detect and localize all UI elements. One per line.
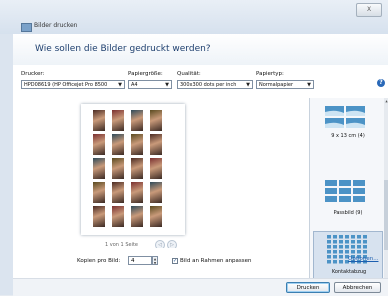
photo-thumbnail: [93, 134, 105, 155]
paper-size-value: A4: [131, 82, 138, 88]
photo-thumbnail: [131, 182, 143, 203]
photo-thumbnail: [131, 134, 143, 155]
title-bar: Bilder drucken X: [0, 0, 388, 34]
layout-preview-passbild-icon: [325, 180, 365, 202]
dialog-header: Wie sollen die Bilder gedruckt werden?: [13, 34, 388, 65]
options-link[interactable]: Optionen...: [348, 256, 378, 262]
layout-option-passbild[interactable]: Passbild (9): [313, 178, 383, 222]
scroll-thumb[interactable]: [384, 180, 388, 250]
printer-value: HPD08619 (HP Officejet Pro 8500: [24, 82, 108, 88]
paper-type-value: Normalpapier: [259, 82, 294, 88]
photo-thumbnail: [93, 206, 105, 227]
chevron-down-icon: ▼: [165, 82, 169, 88]
photo-thumbnail: [150, 134, 162, 155]
layout-preview-9x13-icon: [325, 106, 365, 128]
copies-label: Kopien pro Bild:: [77, 258, 121, 264]
copies-input[interactable]: 4: [128, 256, 152, 265]
photo-thumbnail: [93, 110, 105, 131]
quality-select[interactable]: 300x300 dots per inch ▼: [177, 80, 253, 89]
fit-to-frame-label: Bild an Rahmen anpassen: [180, 258, 252, 264]
fit-to-frame-checkbox[interactable]: ✓: [172, 258, 178, 264]
photo-thumbnail: [93, 182, 105, 203]
photo-thumbnail: [112, 182, 124, 203]
window-title: Bilder drucken: [34, 22, 78, 29]
paper-size-label: Papiergröße:: [128, 71, 163, 77]
dialog-content: Wie sollen die Bilder gedruckt werden? D…: [13, 34, 388, 296]
paper-type-select[interactable]: Normalpapier ▼: [256, 80, 314, 89]
copies-stepper[interactable]: ▲ ▼: [152, 256, 158, 265]
scroll-up-icon[interactable]: ▲: [384, 99, 388, 103]
gallery-scrollbar[interactable]: ▲ ▼: [384, 98, 388, 288]
layout-option-kontaktabzug[interactable]: Kontaktabzug: [313, 231, 383, 279]
quality-value: 300x300 dots per inch: [180, 82, 237, 88]
photo-thumbnail: [131, 110, 143, 131]
close-button[interactable]: X: [356, 3, 382, 17]
print-button[interactable]: Drucken: [286, 282, 330, 293]
printer-select[interactable]: HPD08619 (HP Officejet Pro 8500 ▼: [21, 80, 125, 89]
chevron-down-icon: ▼: [246, 82, 250, 88]
photo-thumbnail: [150, 182, 162, 203]
chevron-down-icon: ▼: [307, 82, 311, 88]
quality-label: Qualität:: [177, 71, 201, 77]
paper-size-select[interactable]: A4 ▼: [128, 80, 172, 89]
print-dialog-window: Bilder drucken X Wie sollen die Bilder g…: [0, 0, 388, 296]
preview-page: [81, 104, 185, 235]
help-icon[interactable]: ?: [377, 79, 385, 87]
photo-thumbnail: [150, 206, 162, 227]
photo-thumbnail: [150, 158, 162, 179]
photo-thumbnail: [112, 110, 124, 131]
paper-type-label: Papiertyp:: [256, 71, 284, 77]
layout-label-9x13: 9 x 13 cm (4): [331, 133, 365, 139]
layout-label-passbild: Passbild (9): [333, 210, 363, 216]
chevron-down-icon: ▼: [118, 82, 122, 88]
cancel-button[interactable]: Abbrechen: [334, 282, 381, 293]
layout-option-9x13[interactable]: 9 x 13 cm (4): [313, 104, 383, 146]
printer-label: Drucker:: [21, 71, 45, 77]
photo-thumbnail: [131, 158, 143, 179]
print-preview-area: 1 von 1 Seite ◁ ▷: [13, 98, 309, 252]
photo-thumbnail: [112, 206, 124, 227]
dialog-footer: Drucken Abbrechen: [13, 278, 388, 296]
photo-thumbnail: [93, 158, 105, 179]
page-title: Wie sollen die Bilder gedruckt werden?: [35, 44, 211, 54]
photo-thumbnail: [112, 158, 124, 179]
copies-row: Kopien pro Bild: 4 ▲ ▼ ✓ Bild an Rahmen a…: [13, 248, 309, 278]
photo-thumbnail: [131, 206, 143, 227]
printer-icon: [21, 23, 32, 32]
layout-label-kontaktabzug: Kontaktabzug: [331, 269, 367, 275]
photo-thumbnail: [150, 110, 162, 131]
photo-thumbnail: [112, 134, 124, 155]
